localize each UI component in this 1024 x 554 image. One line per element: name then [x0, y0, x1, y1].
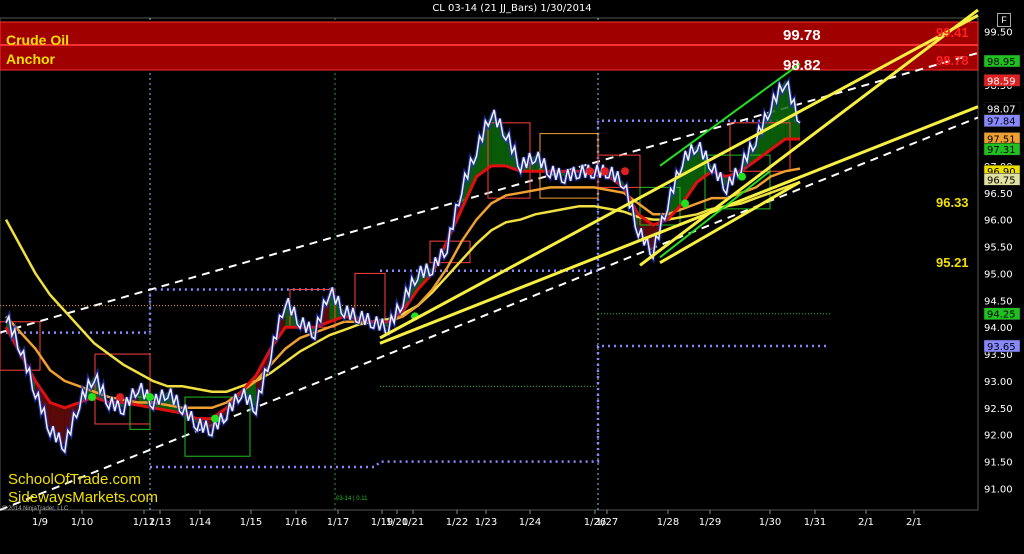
x-tick-label: 1/28 [657, 517, 679, 528]
watermark-1: SchoolOfTrade.com [8, 471, 141, 488]
x-tick-label: 1/21 [402, 517, 424, 528]
signal-dot [116, 393, 124, 402]
x-tick-label: 1/17 [327, 517, 349, 528]
y-tick-label: 96.00 [984, 216, 1013, 227]
signal-dot [601, 167, 609, 176]
support-trendline [379, 105, 979, 345]
price-label: 93.65 [987, 342, 1016, 353]
format-button[interactable]: F [997, 13, 1011, 27]
zone-bottom-label: 98.82 [783, 57, 821, 74]
y-tick-label: 96.50 [984, 189, 1013, 200]
price-label: 97.84 [987, 117, 1016, 128]
signal-dot [738, 172, 746, 181]
y-tick-label: 92.00 [984, 431, 1013, 442]
signal-dot [88, 393, 96, 402]
price-shadow [4, 76, 802, 457]
y-tick-label: 92.50 [984, 404, 1013, 415]
x-tick-label: 2/1 [858, 517, 874, 528]
signal-dot [621, 167, 629, 176]
y-tick-label: 95.00 [984, 269, 1013, 280]
channel-lower-line [0, 116, 979, 511]
price-label: 96.75 [987, 175, 1016, 186]
copyright: © 2014 NinjaTrader, LLC [2, 505, 69, 512]
zone-right-label-bottom: 98.78 [936, 53, 969, 68]
x-tick-label: 1/22 [446, 517, 468, 528]
x-tick-label: 1/16 [285, 517, 307, 528]
resistance-zone [0, 21, 979, 71]
price-label: 98.59 [987, 76, 1016, 87]
session-marker: 03-14 | 0.11 [336, 496, 368, 502]
instrument-label: Crude Oil [6, 32, 69, 48]
watermark-2: SidewaysMarkets.com [8, 489, 158, 506]
y-tick-label: 91.00 [984, 484, 1013, 495]
price-label: 98.95 [987, 57, 1016, 68]
y-tick-label: 94.00 [984, 323, 1013, 334]
x-tick-label: 1/30 [759, 517, 781, 528]
x-tick-label: 1/10 [71, 517, 93, 528]
price-chart[interactable]: 91.0091.5092.0092.5093.0093.5094.0094.50… [0, 0, 1024, 554]
signal-dot [586, 167, 594, 176]
plot-frame [0, 17, 979, 511]
chart-title: CL 03-14 (21 JJ_Bars) 1/30/2014 [432, 3, 592, 14]
price-label: 97.31 [987, 145, 1016, 156]
y-tick-label: 99.50 [984, 27, 1013, 38]
x-tick-label: 1/23 [475, 517, 497, 528]
series-ema-slow [4, 180, 801, 393]
series-price [5, 79, 801, 454]
x-tick-label: 1/9 [32, 517, 48, 528]
zone-top-label: 99.78 [783, 27, 821, 44]
zone-right-label-top: 99.41 [936, 25, 969, 40]
x-tick-label: 1/24 [519, 517, 541, 528]
signal-dot [146, 393, 154, 402]
price-label: 94.25 [987, 310, 1016, 321]
signal-dot [211, 414, 219, 423]
x-tick-label: 1/29 [699, 517, 721, 528]
x-tick-label: 1/14 [189, 517, 211, 528]
x-tick-label: 1/15 [240, 517, 262, 528]
y-tick-label: 93.00 [984, 377, 1013, 388]
x-tick-label: 1/13 [149, 517, 171, 528]
instrument-sublabel: Anchor [6, 51, 56, 67]
price-label: 98.07 [987, 104, 1016, 115]
x-tick-label: 1/27 [596, 517, 618, 528]
y-tick-label: 94.50 [984, 296, 1013, 307]
signal-dot [681, 199, 689, 208]
level-label: 95.21 [936, 255, 969, 270]
y-tick-label: 91.50 [984, 458, 1013, 469]
x-tick-label: 2/1 [906, 517, 922, 528]
y-tick-label: 95.50 [984, 243, 1013, 254]
x-tick-label: 1/31 [804, 517, 826, 528]
level-label: 96.33 [936, 195, 969, 210]
